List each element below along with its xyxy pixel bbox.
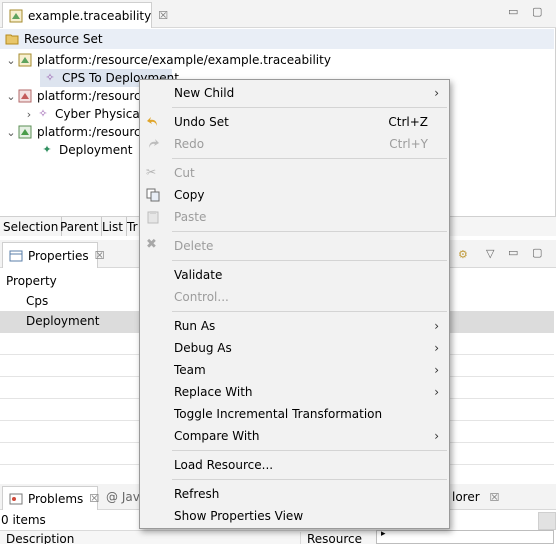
tree-item-label: platform:/resource/example/example.trace… — [37, 53, 331, 67]
chevron-right-icon: › — [434, 385, 439, 399]
tree-item-platform-resource-3[interactable]: ⌄ platform:/resource — [4, 123, 148, 141]
column-resource[interactable]: Resource — [300, 532, 362, 544]
minimize-icon[interactable]: ▭ — [508, 246, 518, 259]
menu-item-redo[interactable]: Redo Ctrl+Y — [140, 133, 449, 155]
menu-separator — [172, 479, 447, 480]
menu-item-control[interactable]: Control... — [140, 286, 449, 308]
menu-separator — [172, 107, 447, 108]
chevron-down-icon[interactable]: ⌄ — [4, 126, 18, 139]
property-column-header: Property — [6, 274, 57, 288]
chevron-right-icon: › — [434, 341, 439, 355]
menu-item-compare-with[interactable]: Compare With › — [140, 425, 449, 447]
tree-item-platform-resource-2[interactable]: ⌄ platform:/resource — [4, 87, 148, 105]
maximize-icon[interactable]: ▢ — [532, 5, 542, 18]
scroll-corner — [538, 512, 556, 530]
tree-item-label: platform:/resource — [37, 125, 148, 139]
traceability-file-icon — [18, 53, 32, 67]
cut-icon: ✂ — [146, 165, 157, 179]
chevron-down-icon[interactable]: ⌄ — [4, 90, 18, 103]
editor-tab-title: example.traceability — [28, 8, 152, 23]
model-file-icon — [18, 89, 32, 103]
tree-item-label: platform:/resource — [37, 89, 148, 103]
tab-parent[interactable]: Parent — [57, 217, 103, 236]
close-icon[interactable]: ☒ — [89, 492, 99, 505]
properties-icon — [9, 250, 23, 261]
column-description[interactable]: Description — [6, 532, 74, 544]
tab-explorer[interactable]: lorer ☒ — [452, 490, 499, 504]
tab-selection[interactable]: Selection — [0, 217, 63, 236]
resource-set-row[interactable]: Resource Set — [0, 29, 554, 49]
tab-javadoc[interactable]: @ Jav — [106, 490, 140, 504]
copy-icon — [146, 188, 160, 202]
tree-item-deployment[interactable]: ✦ Deployment — [40, 141, 132, 159]
redo-icon — [149, 139, 159, 148]
menu-item-undo-set[interactable]: Undo Set Ctrl+Z — [140, 111, 449, 133]
properties-toolbar-icon[interactable]: ⚙ — [458, 248, 468, 261]
tab-example-traceability[interactable]: example.traceability ☒ — [2, 2, 168, 28]
properties-tab-title: Properties — [28, 248, 89, 263]
menu-item-validate[interactable]: Validate — [140, 264, 449, 286]
problems-header: Description Resource — [0, 530, 380, 544]
expand-arrow-icon: ▸ — [381, 529, 386, 539]
menu-separator — [172, 231, 447, 232]
menu-item-show-properties-view[interactable]: Show Properties View — [140, 505, 449, 527]
element-icon: ✦ — [42, 143, 52, 156]
menu-item-delete[interactable]: ✖ Delete — [140, 235, 449, 257]
chevron-right-icon[interactable]: › — [22, 108, 36, 121]
delete-icon: ✖ — [146, 237, 157, 252]
menu-item-cut[interactable]: ✂ Cut — [140, 162, 449, 184]
resource-set-label: Resource Set — [24, 32, 103, 46]
problems-icon — [9, 493, 23, 504]
menu-item-new-child[interactable]: New Child › — [140, 82, 449, 104]
traceability-file-icon — [9, 9, 23, 22]
menu-separator — [172, 260, 447, 261]
tree-item-label: Deployment — [59, 143, 133, 157]
close-icon[interactable]: ☒ — [158, 9, 168, 22]
menu-item-load-resource[interactable]: Load Resource... — [140, 454, 449, 476]
tree-item-label: Cyber Physical — [55, 107, 144, 121]
menu-item-debug-as[interactable]: Debug As › — [140, 337, 449, 359]
chevron-right-icon: › — [434, 429, 439, 443]
element-icon: ✧ — [38, 107, 48, 120]
chevron-down-icon[interactable]: ⌄ — [4, 54, 18, 67]
menu-separator — [172, 311, 447, 312]
folder-icon — [5, 34, 19, 45]
context-menu: New Child › Undo Set Ctrl+Z Redo Ctrl+Y ✂ C… — [139, 79, 450, 529]
close-icon[interactable]: ☒ — [490, 491, 500, 504]
chevron-right-icon: › — [434, 319, 439, 333]
items-count: 0 items — [1, 513, 46, 527]
model-file-icon — [18, 125, 32, 139]
menu-item-refresh[interactable]: Refresh — [140, 483, 449, 505]
menu-item-paste[interactable]: Paste — [140, 206, 449, 228]
minimize-icon[interactable]: ▭ — [508, 5, 518, 18]
menu-item-run-as[interactable]: Run As › — [140, 315, 449, 337]
chevron-right-icon: › — [434, 86, 439, 100]
tree-item-cyber-physical[interactable]: › ✧ Cyber Physical — [22, 105, 143, 123]
menu-item-replace-with[interactable]: Replace With › — [140, 381, 449, 403]
tab-properties[interactable]: Properties ☒ — [2, 242, 105, 268]
undo-icon — [147, 117, 157, 126]
tree-item-example-traceability[interactable]: ⌄ platform:/resource/example/example.tra… — [4, 51, 331, 69]
menu-separator — [172, 450, 447, 451]
close-icon[interactable]: ☒ — [95, 249, 105, 262]
paste-icon — [147, 211, 159, 224]
chevron-right-icon: › — [434, 363, 439, 377]
view-menu-icon[interactable]: ▽ — [486, 247, 494, 260]
tab-list[interactable]: List — [99, 217, 127, 236]
menu-item-toggle-incremental-transformation[interactable]: Toggle Incremental Transformation — [140, 403, 449, 425]
tab-problems[interactable]: Problems ☒ — [2, 486, 99, 510]
menu-item-copy[interactable]: Copy — [140, 184, 449, 206]
problems-tab-title: Problems — [28, 491, 84, 506]
maximize-icon[interactable]: ▢ — [532, 246, 542, 259]
menu-item-team[interactable]: Team › — [140, 359, 449, 381]
explorer-input[interactable]: ▸ — [376, 529, 554, 544]
element-icon: ✧ — [45, 71, 55, 84]
menu-separator — [172, 158, 447, 159]
